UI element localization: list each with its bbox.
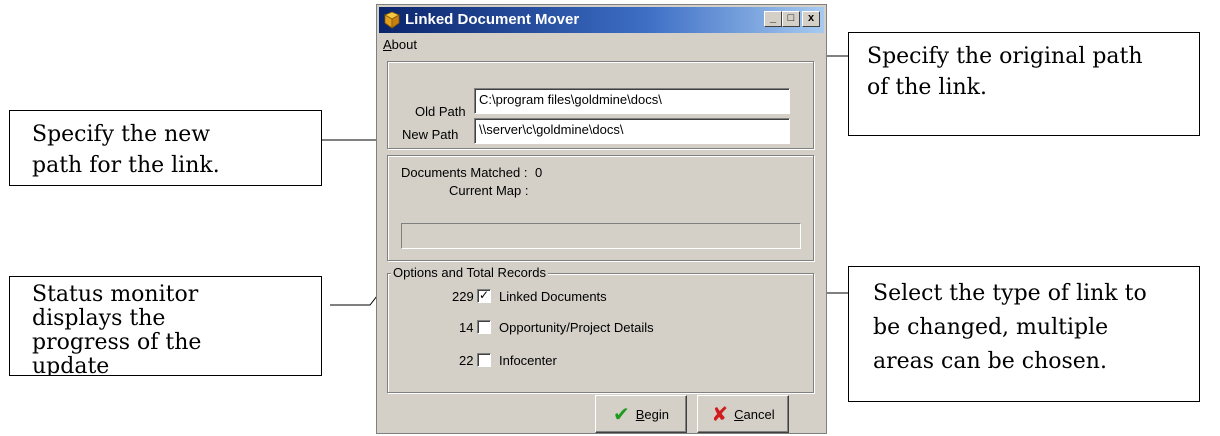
cancel-button-label: Cancel <box>734 407 774 422</box>
menu-item-label: bout <box>391 37 417 52</box>
old-path-label: Old Path <box>415 104 466 119</box>
checkmark-icon: ✔ <box>612 403 630 426</box>
callout-line: progress of the <box>32 330 202 355</box>
callout-line: Specify the original path <box>867 44 1143 69</box>
opportunity-project-checkbox[interactable] <box>477 320 491 334</box>
callout-line: Select the type of link to <box>873 281 1147 306</box>
options-group-title: Options and Total Records <box>391 265 548 280</box>
minimize-button[interactable]: _ <box>764 11 782 27</box>
close-button[interactable]: x <box>802 11 820 27</box>
callout-line: Specify the new <box>32 122 211 147</box>
option-count: 14 <box>459 320 474 335</box>
new-path-input[interactable]: \\server\c\goldmine\docs\ <box>474 118 790 144</box>
linked-documents-checkbox[interactable]: ✓ <box>477 289 491 303</box>
maximize-button[interactable]: □ <box>782 11 800 27</box>
old-path-input[interactable]: C:\program files\goldmine\docs\ <box>474 88 790 114</box>
progress-bar <box>401 223 801 249</box>
callout-status-monitor: Status monitor displays the progress of … <box>9 276 322 376</box>
linked-documents-label: Linked Documents <box>499 289 607 304</box>
app-icon <box>384 11 400 29</box>
callout-original-path: Specify the original path of the link. <box>848 32 1200 136</box>
linked-document-mover-window: Linked Document Mover _ □ x About Old Pa… <box>376 4 827 434</box>
callout-line: Status monitor <box>32 282 199 307</box>
begin-button-label: Begin <box>636 407 669 422</box>
menu-mnemonic: A <box>383 37 392 52</box>
callout-line: path for the link. <box>32 153 220 178</box>
callout-line: of the link. <box>867 75 987 100</box>
infocenter-checkbox[interactable] <box>477 353 491 367</box>
callout-new-path: Specify the new path for the link. <box>9 110 322 186</box>
cancel-button[interactable]: ✘ Cancel <box>697 395 789 433</box>
mnemonic: C <box>734 406 744 422</box>
callout-line: displays the <box>32 306 166 331</box>
title-bar[interactable]: Linked Document Mover _ □ x <box>379 7 824 33</box>
window-title: Linked Document Mover <box>405 11 580 28</box>
current-map-label: Current Map : <box>449 183 529 198</box>
begin-button[interactable]: ✔ Begin <box>595 395 687 433</box>
documents-matched-label: Documents Matched : <box>401 165 528 180</box>
opportunity-project-label: Opportunity/Project Details <box>499 320 654 335</box>
callout-link-type: Select the type of link to be changed, m… <box>848 266 1200 402</box>
option-count: 229 <box>452 289 474 304</box>
new-path-label: New Path <box>402 127 459 142</box>
callout-line: areas can be chosen. <box>873 349 1107 374</box>
label-text: egin <box>644 406 669 422</box>
label-text: ancel <box>743 406 775 422</box>
callout-line: be changed, multiple <box>873 315 1109 340</box>
option-count: 22 <box>459 353 474 368</box>
infocenter-label: Infocenter <box>499 353 557 368</box>
callout-line: update <box>32 354 110 376</box>
documents-matched-value: 0 <box>535 165 543 180</box>
cross-icon: ✘ <box>711 403 729 426</box>
menu-item-about[interactable]: About <box>379 37 417 57</box>
